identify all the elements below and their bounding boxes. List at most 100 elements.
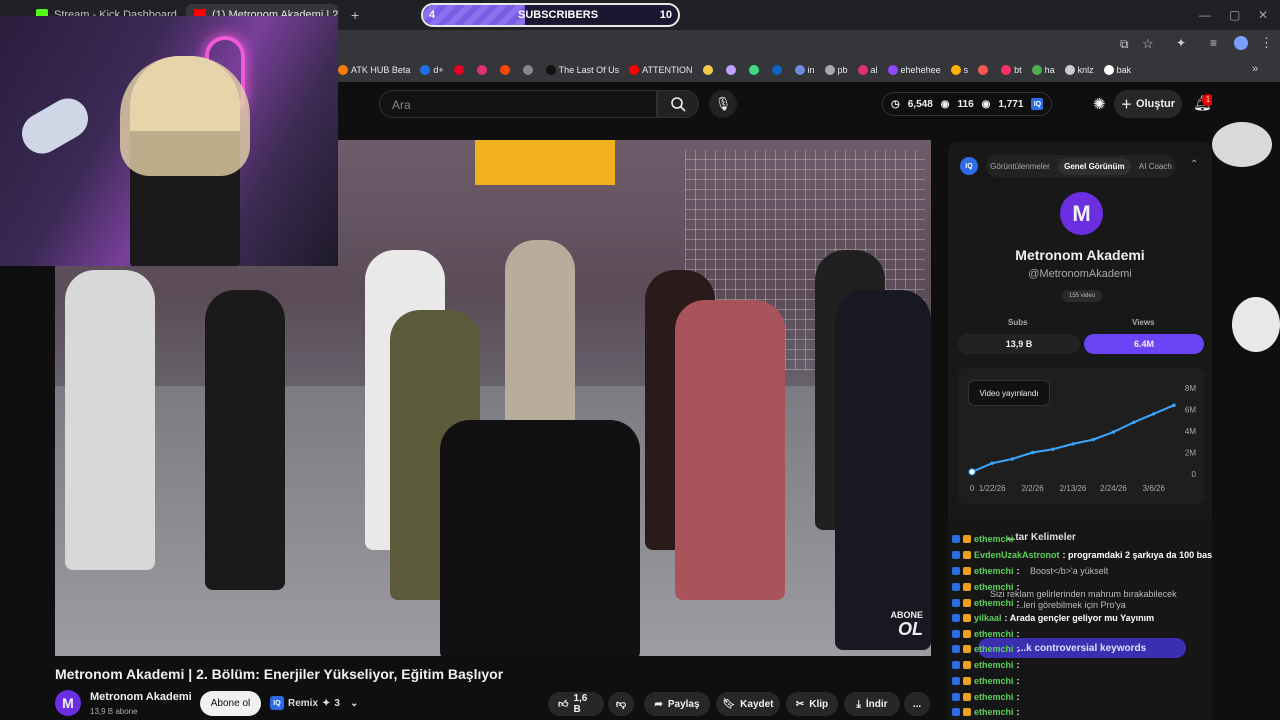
data-point <box>1091 437 1095 442</box>
bookmark-item[interactable]: ha <box>1031 65 1055 75</box>
search-input[interactable]: Ara <box>379 90 657 118</box>
bookmark-item[interactable]: ATK HUB Beta <box>338 65 410 75</box>
plus-icon: ＋ <box>1120 99 1132 111</box>
tab-ai-coach[interactable]: AI Coach <box>1139 162 1172 171</box>
data-point <box>968 468 976 476</box>
download-button[interactable]: ⤓ İndir <box>844 692 900 716</box>
subscribe-button[interactable]: Abone ol <box>200 691 261 716</box>
scissors-icon: ✂ <box>795 698 805 710</box>
bookmark-item[interactable]: ehehehee <box>887 65 941 75</box>
bookmark-item[interactable] <box>725 65 739 75</box>
install-icon[interactable]: ⧉ <box>1120 37 1129 52</box>
data-point <box>1010 457 1015 461</box>
goal-target: 10 <box>659 9 672 21</box>
clip-label: Klip <box>809 698 829 710</box>
tab-overview[interactable]: Genel Görünüm <box>1058 157 1131 175</box>
bookmark-item[interactable] <box>771 65 785 75</box>
bookmark-item[interactable]: in <box>794 65 815 75</box>
maximize-icon[interactable]: ▢ <box>1229 8 1240 22</box>
clip-button[interactable]: ✂ Klip <box>786 692 838 716</box>
close-window-icon[interactable]: ✕ <box>1258 8 1268 22</box>
badge-icon <box>952 599 960 607</box>
vidiq-stats[interactable]: ◷ 6,548 ◉ 116 ◉ 1,771 IQ <box>882 92 1053 116</box>
share-button[interactable]: ➦ Paylaş <box>644 692 710 716</box>
extensions-icon[interactable]: ✦ <box>1176 36 1186 50</box>
bookmark-item[interactable]: pb <box>824 65 848 75</box>
tab-views[interactable]: Görüntülenmeler <box>990 162 1050 171</box>
save-label: Kaydet <box>740 698 774 710</box>
chat-message: ethemchi: <box>952 707 1020 717</box>
bookmark-item[interactable] <box>748 65 762 75</box>
microphone-prop <box>14 91 96 161</box>
like-button[interactable]: 👍︎ 1,6 B <box>548 692 604 716</box>
video-figure <box>675 300 785 600</box>
chat-message: ethemchi: <box>952 598 1020 608</box>
bookmark-favicon-icon <box>857 65 868 75</box>
bookmark-item[interactable]: bt <box>1001 65 1022 75</box>
bookmark-item[interactable]: knlz <box>1064 65 1094 75</box>
bookmark-item[interactable] <box>453 65 467 75</box>
bookmark-favicon-icon <box>420 65 431 75</box>
more-actions-button[interactable]: ... <box>904 692 930 716</box>
stat-subs: 6,548 <box>907 98 933 110</box>
bookmark-item[interactable]: al <box>857 65 878 75</box>
chevron-down-icon: ⌄ <box>349 697 359 709</box>
collapse-icon[interactable]: ⌃ <box>1190 159 1198 170</box>
y-tick-label: 2M <box>1185 449 1196 458</box>
bookmark-item[interactable]: The Last Of Us <box>545 65 619 75</box>
bookmark-label: pb <box>837 65 848 75</box>
chat-message: ethemchi: <box>952 644 1020 654</box>
dislike-button[interactable]: 👎︎ <box>608 692 634 716</box>
menu-icon[interactable]: ⋮ <box>1260 35 1273 51</box>
create-button[interactable]: ＋ Oluştur <box>1114 90 1182 118</box>
bookmark-item[interactable]: s <box>950 65 968 75</box>
bookmark-star-icon[interactable]: ☆ <box>1142 36 1154 52</box>
bookmark-item[interactable]: bak <box>1103 65 1131 75</box>
bookmark-label: knlz <box>1077 65 1094 75</box>
channel-avatar[interactable]: M <box>55 690 81 716</box>
bookmark-item[interactable] <box>522 65 536 75</box>
minimize-icon[interactable]: — <box>1199 8 1211 22</box>
streamer-hair <box>120 56 250 176</box>
bookmarks-overflow-icon[interactable]: » <box>1252 63 1258 75</box>
media-icon[interactable]: ≡ <box>1210 36 1217 50</box>
chat-message: ethemchi: <box>952 582 1020 592</box>
x-tick-label: 2/13/26 <box>1060 484 1087 493</box>
bookmark-item[interactable]: ATTENTION <box>629 65 693 75</box>
badge-icon <box>952 693 960 701</box>
chat-username: ethemchi <box>974 598 1014 608</box>
bookmark-item[interactable] <box>702 65 716 75</box>
subs-pill[interactable]: 13,9 B <box>958 334 1080 354</box>
studio-icon[interactable]: ✺ <box>1093 95 1106 113</box>
webcam-overlay <box>0 16 338 266</box>
like-count: 1,6 B <box>573 693 588 715</box>
data-point <box>990 461 994 465</box>
profile-avatar[interactable] <box>1234 36 1248 50</box>
chat-username: ethemchi <box>974 660 1014 670</box>
remix-label: Remix <box>288 697 319 709</box>
views-pill[interactable]: 6.4M <box>1084 334 1204 354</box>
bookmark-item[interactable]: d+ <box>420 65 444 75</box>
bookmark-item[interactable] <box>476 65 490 75</box>
bookmark-favicon-icon <box>476 65 487 75</box>
chat-text: : programdaki 2 şarkıya da 100 basar <box>1062 550 1221 560</box>
voice-search-button[interactable]: 🎙 <box>709 90 737 118</box>
remix-count: 3 <box>334 697 340 709</box>
bookmark-favicon-icon <box>1031 65 1042 75</box>
chat-text: : <box>1016 582 1020 592</box>
search-button[interactable] <box>657 90 699 118</box>
share-label: Paylaş <box>667 698 700 710</box>
chat-message: ethemchi: <box>952 692 1020 702</box>
bookmark-favicon-icon <box>725 65 736 75</box>
bookmark-item[interactable] <box>978 65 991 75</box>
bookmark-item[interactable] <box>499 65 513 75</box>
x-tick-label: 1/22/26 <box>979 484 1006 493</box>
data-point <box>1131 420 1136 425</box>
data-point <box>1111 430 1116 434</box>
new-tab-button[interactable]: + <box>343 4 363 26</box>
remix-button[interactable]: IQ Remix ✦ 3 ⌄ <box>270 692 358 714</box>
y-tick-label: 8M <box>1185 384 1196 393</box>
chat-text: : <box>1016 660 1020 670</box>
save-button[interactable]: 🔖︎ Kaydet <box>716 692 780 716</box>
channel-name[interactable]: Metronom Akademi <box>90 691 192 703</box>
